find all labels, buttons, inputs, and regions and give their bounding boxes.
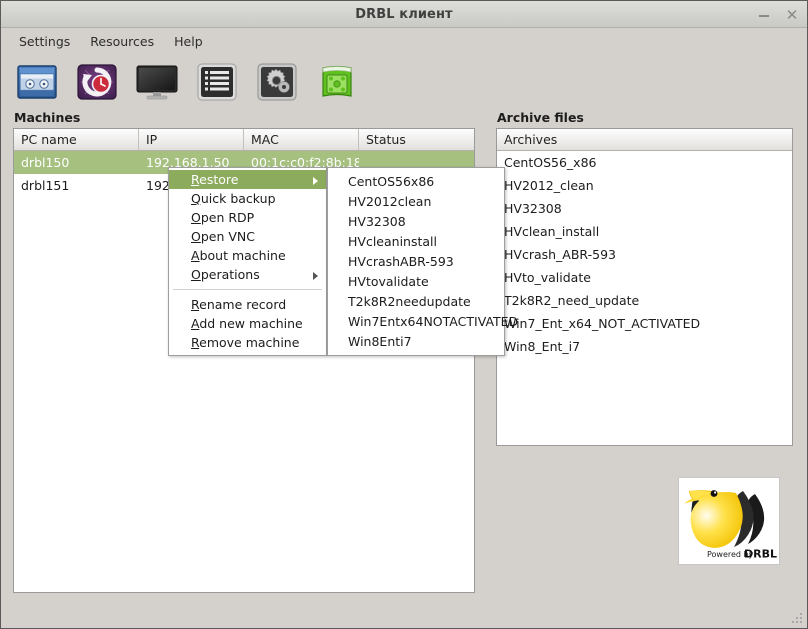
cell-pc-name: drbl151 (21, 178, 70, 193)
mnemonic-letter: O (191, 267, 201, 282)
context-menu-item-open-vnc[interactable]: Open VNC (169, 227, 326, 246)
machines-table-header: PC name IP MAC Status (14, 129, 474, 151)
mnemonic-letter: A (191, 248, 200, 263)
archive-panel-title: Archive files (497, 110, 584, 125)
submenu-item[interactable]: Win7Entx64NOTACTIVATED (328, 311, 518, 331)
context-menu-item-open-rdp[interactable]: Open RDP (169, 208, 326, 227)
list-icon (197, 63, 237, 101)
mnemonic-letter: O (191, 210, 201, 225)
list-item[interactable]: HV32308 (497, 197, 792, 220)
context-menu-item-operations[interactable]: Operations (169, 265, 326, 284)
toolbar (1, 54, 807, 110)
submenu-item[interactable]: Win8Enti7 (328, 331, 504, 351)
context-menu-label: About machine (191, 248, 286, 263)
context-menu-label: Operations (191, 267, 260, 282)
drbl-logo: Powered by DRBL (678, 477, 780, 565)
context-menu-item-add-new-machine[interactable]: Add new machine (169, 314, 326, 333)
list-item[interactable]: HVcrash_ABR-593 (497, 243, 792, 266)
resize-grip[interactable] (791, 612, 803, 624)
main-content: Machines PC name IP MAC Status drbl150 1… (1, 110, 807, 628)
toolbar-button-restore[interactable] (75, 60, 119, 104)
context-menu-label: Open RDP (191, 210, 255, 225)
list-item[interactable]: CentOS56_x86 (497, 151, 792, 174)
archive-list[interactable]: Archives CentOS56_x86 HV2012_clean HV323… (496, 128, 793, 446)
app-window: DRBL клиент ✕ Settings Resources Help Ma… (0, 0, 808, 629)
archive-files-panel: Archive files Archives CentOS56_x86 HV20… (496, 110, 793, 450)
list-item[interactable]: T2k8R2_need_update (497, 289, 792, 312)
toolbar-button-settings[interactable] (255, 60, 299, 104)
submenu-item[interactable]: HVcleaninstall (328, 231, 504, 251)
restore-submenu[interactable]: CentOS56x86 HV2012clean HV32308 HVcleani… (327, 167, 518, 356)
mnemonic-letter: R (191, 335, 200, 350)
context-menu-item-about-machine[interactable]: About machine (169, 246, 326, 265)
context-menu-item-quick-backup[interactable]: Quick backup (169, 189, 326, 208)
logo-caption-brand: DRBL (744, 548, 777, 561)
submenu-item[interactable]: HV32308 (328, 211, 504, 231)
mnemonic-letter: R (191, 172, 200, 187)
context-menu-label: Open VNC (191, 229, 255, 244)
toolbar-button-monitor[interactable] (135, 60, 179, 104)
machines-panel-title: Machines (14, 110, 81, 125)
chevron-right-icon (313, 272, 318, 280)
menu-item-resources[interactable]: Resources (82, 31, 162, 52)
list-item[interactable]: HVclean_install (497, 220, 792, 243)
context-menu-label: Quick backup (191, 191, 276, 206)
chevron-right-icon (313, 177, 318, 185)
column-header-pc-name[interactable]: PC name (14, 129, 139, 150)
submenu-item[interactable]: HV2012clean (328, 191, 504, 211)
mnemonic-letter: O (191, 229, 201, 244)
context-menu-item-remove-machine[interactable]: Remove machine (169, 333, 326, 352)
menu-item-settings[interactable]: Settings (11, 31, 78, 52)
toolbar-button-documentation[interactable] (315, 60, 359, 104)
context-menu-label: Rename record (191, 297, 287, 312)
menu-item-help[interactable]: Help (166, 31, 211, 52)
submenu-item[interactable]: HVcrashABR-593 (328, 251, 504, 271)
menu-bar: Settings Resources Help (1, 28, 807, 54)
context-menu-label: Restore (191, 172, 239, 187)
context-menu-label: Add new machine (191, 316, 303, 331)
context-menu-separator (173, 289, 322, 290)
minimize-button[interactable] (757, 8, 771, 22)
context-menu[interactable]: Restore Quick backup Open RDP Open VNC A… (168, 167, 327, 356)
list-item[interactable]: HV2012_clean (497, 174, 792, 197)
column-header-ip[interactable]: IP (139, 129, 244, 150)
list-item[interactable]: Win7_Ent_x64_NOT_ACTIVATED (497, 312, 792, 335)
toolbar-button-backup[interactable] (15, 60, 59, 104)
context-menu-item-rename-record[interactable]: Rename record (169, 295, 326, 314)
submenu-item[interactable]: T2k8R2needupdate (328, 291, 504, 311)
submenu-item[interactable]: CentOS56x86 (328, 171, 504, 191)
restore-clock-icon (77, 64, 117, 100)
column-header-archives[interactable]: Archives (497, 129, 792, 151)
close-icon[interactable]: ✕ (785, 7, 799, 22)
context-menu-item-restore[interactable]: Restore (169, 170, 326, 189)
column-header-status[interactable]: Status (359, 129, 474, 150)
list-item[interactable]: Win8_Ent_i7 (497, 335, 792, 358)
context-menu-label: Remove machine (191, 335, 300, 350)
backup-tape-icon (17, 65, 57, 99)
column-header-mac[interactable]: MAC (244, 129, 359, 150)
cell-pc-name: drbl150 (21, 155, 70, 170)
window-controls: ✕ (757, 1, 799, 28)
list-item[interactable]: HVto_validate (497, 266, 792, 289)
mnemonic-letter: Q (191, 191, 201, 206)
mnemonic-letter: A (191, 316, 200, 331)
window-title: DRBL клиент (355, 6, 453, 22)
drbl-bird-logo-icon: Powered by DRBL (684, 490, 777, 561)
monitor-icon (136, 65, 178, 100)
green-book-icon (322, 65, 352, 97)
submenu-item[interactable]: HVtovalidate (328, 271, 504, 291)
mnemonic-letter: R (191, 297, 200, 312)
title-bar: DRBL клиент ✕ (1, 1, 807, 28)
toolbar-button-list[interactable] (195, 60, 239, 104)
gears-settings-icon (257, 63, 297, 101)
